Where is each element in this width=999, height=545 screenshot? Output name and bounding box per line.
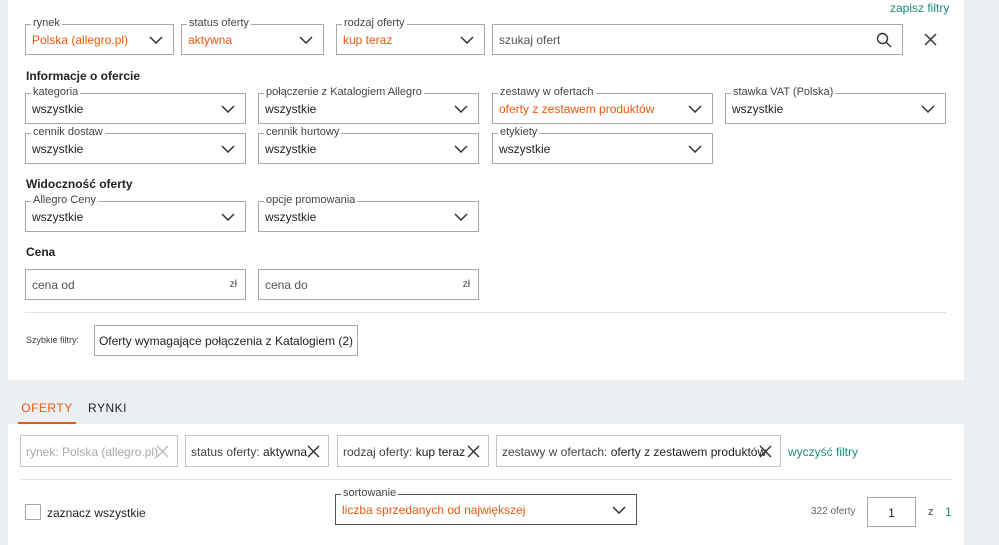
chip-key: rodzaj oferty:	[343, 445, 413, 459]
section-offer-info: Informacje o ofercie	[26, 69, 141, 83]
wholesale-price-select[interactable]: cennik hurtowy wszystkie	[258, 126, 479, 164]
clear-filters-link[interactable]: wyczyść filtry	[788, 445, 858, 459]
chip-value: oferty z zestawem produktów	[610, 445, 767, 459]
close-icon[interactable]	[759, 445, 772, 458]
tab-offers[interactable]: OFERTY	[18, 392, 76, 424]
page-number-value: 1	[888, 506, 895, 520]
filter-panel: zapisz filtry rynek Polska (allegro.pl) …	[8, 0, 964, 380]
chip-key: zestawy w ofertach:	[502, 445, 608, 459]
wholesale-price-value: wszystkie	[265, 142, 317, 156]
sort-value: liczba sprzedanych od największej	[342, 503, 526, 517]
tags-label: etykiety	[498, 126, 540, 139]
divider	[25, 312, 946, 313]
allegro-prices-label: Allegro Ceny	[31, 194, 98, 207]
quick-filters-label: Szybkie filtry:	[26, 335, 80, 345]
allegro-prices-value: wszystkie	[32, 210, 84, 224]
section-offer-visibility: Widoczność oferty	[26, 177, 133, 191]
shipping-price-label: cennik dostaw	[31, 126, 105, 139]
vat-label: stawka VAT (Polska)	[731, 86, 836, 99]
category-value: wszystkie	[32, 102, 84, 116]
chevron-down-icon	[454, 145, 468, 153]
wholesale-price-label: cennik hurtowy	[264, 126, 342, 139]
tags-value: wszystkie	[499, 142, 551, 156]
market-select[interactable]: rynek Polska (allegro.pl)	[25, 17, 174, 55]
chevron-down-icon	[688, 145, 702, 153]
bundles-value: oferty z zestawem produktów	[499, 102, 655, 116]
status-value: aktywna	[188, 33, 233, 47]
price-to-placeholder: cena do	[265, 278, 308, 292]
chip-value: kup teraz	[415, 445, 466, 459]
page-total-link[interactable]: 1	[945, 505, 952, 519]
price-from-input[interactable]: cena od zł	[25, 269, 246, 300]
close-icon[interactable]	[924, 33, 937, 46]
filter-chip-status[interactable]: status oferty: aktywna	[185, 435, 329, 467]
tab-bar: OFERTY RYNKI	[8, 392, 964, 424]
price-to-input[interactable]: cena do zł	[258, 269, 479, 300]
category-label: kategoria	[31, 86, 81, 99]
search-icon[interactable]	[876, 32, 892, 48]
filter-chip-bundles[interactable]: zestawy w ofertach: oferty z zestawem pr…	[496, 435, 781, 467]
market-value: Polska (allegro.pl)	[32, 33, 129, 47]
chevron-down-icon	[221, 145, 235, 153]
close-icon[interactable]	[467, 445, 480, 458]
bundles-label: zestawy w ofertach	[498, 86, 596, 99]
vat-select[interactable]: stawka VAT (Polska) wszystkie	[725, 86, 946, 124]
promo-options-label: opcje promowania	[264, 194, 358, 207]
filter-chip-market: rynek: Polska (allegro.pl)	[20, 435, 178, 467]
close-icon	[156, 445, 169, 458]
allegro-prices-select[interactable]: Allegro Ceny wszystkie	[25, 194, 246, 232]
shipping-price-value: wszystkie	[32, 142, 84, 156]
vat-value: wszystkie	[732, 102, 784, 116]
sort-label: sortowanie	[341, 487, 399, 500]
select-all-checkbox[interactable]	[25, 504, 41, 520]
sort-select[interactable]: sortowanie liczba sprzedanych od najwięk…	[335, 487, 637, 525]
chip-value: aktywna	[263, 445, 308, 459]
offer-type-label: rodzaj oferty	[342, 17, 407, 30]
section-price: Cena	[26, 245, 56, 259]
tags-select[interactable]: etykiety wszystkie	[492, 126, 713, 164]
offers-area: OFERTY RYNKI rynek: Polska (allegro.pl) …	[8, 392, 964, 545]
market-label: rynek	[31, 17, 62, 30]
search-placeholder: szukaj ofert	[499, 33, 561, 47]
chevron-down-icon	[221, 213, 235, 221]
catalog-link-label: połączenie z Katalogiem Allegro	[264, 86, 424, 99]
chevron-down-icon	[454, 105, 468, 113]
search-input[interactable]: szukaj ofert	[492, 24, 903, 55]
promo-options-value: wszystkie	[265, 210, 317, 224]
quick-filter-catalog-button[interactable]: Oferty wymagające połączenia z Katalogie…	[94, 325, 358, 356]
chevron-down-icon	[454, 213, 468, 221]
offer-type-value: kup teraz	[343, 33, 393, 47]
chevron-down-icon	[612, 506, 626, 514]
chevron-down-icon	[688, 105, 702, 113]
chevron-down-icon	[299, 36, 313, 44]
offers-count: 322 oferty	[811, 506, 856, 517]
bundles-select[interactable]: zestawy w ofertach oferty z zestawem pro…	[492, 86, 713, 124]
chevron-down-icon	[460, 36, 474, 44]
close-icon[interactable]	[307, 445, 320, 458]
chip-value: Polska (allegro.pl)	[62, 445, 159, 459]
divider	[20, 479, 952, 480]
chip-key: rynek:	[26, 445, 59, 459]
currency-label: zł	[462, 279, 470, 290]
catalog-link-value: wszystkie	[265, 102, 317, 116]
select-all-label: zaznacz wszystkie	[47, 506, 146, 520]
tab-markets[interactable]: RYNKI	[88, 392, 127, 424]
save-filters-link[interactable]: zapisz filtry	[890, 1, 949, 15]
catalog-link-select[interactable]: połączenie z Katalogiem Allegro wszystki…	[258, 86, 479, 124]
chevron-down-icon	[221, 105, 235, 113]
offer-type-select[interactable]: rodzaj oferty kup teraz	[336, 17, 485, 55]
chip-key: status oferty:	[191, 445, 260, 459]
status-label: status oferty	[187, 17, 251, 30]
chevron-down-icon	[149, 36, 163, 44]
currency-label: zł	[229, 279, 237, 290]
category-select[interactable]: kategoria wszystkie	[25, 86, 246, 124]
page-of-label: z	[928, 506, 934, 518]
status-select[interactable]: status oferty aktywna	[181, 17, 324, 55]
shipping-price-select[interactable]: cennik dostaw wszystkie	[25, 126, 246, 164]
price-from-placeholder: cena od	[32, 278, 75, 292]
page-number-input[interactable]: 1	[867, 497, 916, 527]
promo-options-select[interactable]: opcje promowania wszystkie	[258, 194, 479, 232]
filter-chip-offer-type[interactable]: rodzaj oferty: kup teraz	[337, 435, 489, 467]
chevron-down-icon	[921, 105, 935, 113]
